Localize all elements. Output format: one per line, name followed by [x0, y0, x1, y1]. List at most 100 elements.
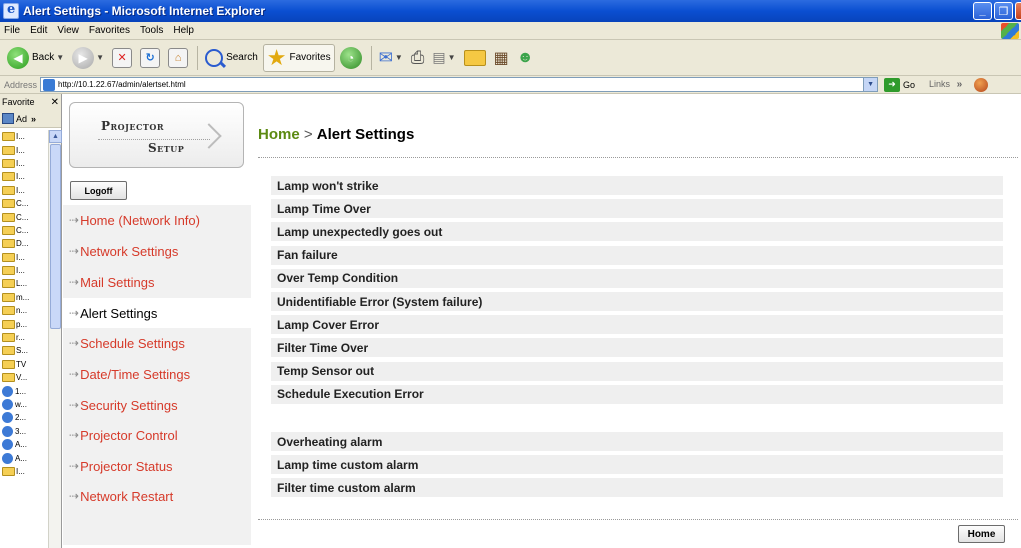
favorite-item[interactable]: C...: [0, 210, 48, 223]
favorite-item[interactable]: I...: [0, 264, 48, 277]
links-toolbar[interactable]: Links »: [929, 79, 962, 90]
add-favorite-button[interactable]: Ad »: [0, 110, 61, 128]
close-pane-button[interactable]: ✕: [51, 97, 59, 108]
alert-item[interactable]: Lamp unexpectedly goes out: [271, 222, 1003, 242]
scrollbar-thumb[interactable]: [50, 144, 61, 329]
favorite-item[interactable]: C...: [0, 197, 48, 210]
menu-view[interactable]: View: [57, 25, 79, 36]
research-button[interactable]: ▦: [491, 44, 512, 72]
home-toolbar-button[interactable]: ⌂: [165, 44, 191, 72]
menu-file[interactable]: File: [4, 25, 20, 36]
alert-item[interactable]: Unidentifiable Error (System failure): [271, 292, 1003, 311]
close-button[interactable]: [1015, 2, 1021, 20]
minimize-button[interactable]: _: [973, 2, 992, 20]
nav-item-security-settings[interactable]: ⇢ Security Settings: [63, 390, 251, 420]
mail-button[interactable]: ✉ ▼: [376, 44, 406, 72]
toolbar-extra-icon[interactable]: [974, 77, 989, 92]
messenger-button[interactable]: ☻: [514, 44, 537, 72]
favorites-scrollbar[interactable]: ▲: [48, 130, 62, 548]
favorite-item[interactable]: V...: [0, 371, 48, 384]
favorite-item[interactable]: C...: [0, 224, 48, 237]
breadcrumb-home-link[interactable]: Home: [258, 126, 300, 143]
favorite-item[interactable]: w...: [0, 398, 48, 411]
nav-item-projector-status[interactable]: ⇢ Projector Status: [63, 451, 251, 481]
add-favorite-label: Ad: [16, 113, 28, 124]
favorite-item-label: I...: [16, 172, 25, 182]
favorites-button[interactable]: ★ Favorites: [262, 43, 335, 72]
favorite-item[interactable]: r...: [0, 331, 48, 344]
bottom-divider: [258, 519, 1018, 520]
favorite-item[interactable]: 1...: [0, 384, 48, 397]
menu-edit[interactable]: Edit: [30, 25, 47, 36]
toolbar-separator: [370, 45, 372, 70]
logoff-button[interactable]: Logoff: [70, 181, 127, 200]
nav-item-projector-control[interactable]: ⇢ Projector Control: [63, 420, 251, 450]
history-button[interactable]: ◔: [337, 44, 365, 72]
alert-item[interactable]: Temp Sensor out: [271, 361, 1003, 381]
nav-item-network-settings[interactable]: ⇢ Network Settings: [63, 236, 251, 266]
window-titlebar: Alert Settings - Microsoft Internet Expl…: [0, 0, 1021, 22]
alert-item[interactable]: Filter time custom alarm: [271, 478, 1003, 498]
alert-item[interactable]: Lamp won't strike: [271, 176, 1003, 195]
menu-tools[interactable]: Tools: [140, 25, 163, 36]
menu-favorites[interactable]: Favorites: [89, 25, 130, 36]
favorite-item[interactable]: 2...: [0, 411, 48, 424]
forward-button[interactable]: ▶ ▼: [69, 44, 107, 72]
favorite-item-label: S...: [16, 346, 29, 356]
address-dropdown-icon[interactable]: ▼: [863, 78, 878, 91]
refresh-button[interactable]: ↻: [137, 44, 163, 72]
favorite-item[interactable]: I...: [0, 465, 48, 478]
stop-button[interactable]: ✕: [109, 44, 135, 72]
nav-item-date-time-settings[interactable]: ⇢ Date/Time Settings: [63, 359, 251, 389]
nav-item-home-network-info[interactable]: ⇢ Home (Network Info): [63, 205, 251, 235]
favorite-item[interactable]: 3...: [0, 425, 48, 438]
favorite-item[interactable]: A...: [0, 451, 48, 464]
projector-setup-logo: Projector Setup: [69, 102, 244, 168]
print-button[interactable]: ⎙: [408, 44, 428, 72]
search-button[interactable]: Search: [202, 44, 261, 72]
nav-item-mail-settings[interactable]: ⇢ Mail Settings: [63, 267, 251, 297]
favorite-item[interactable]: TV: [0, 358, 48, 371]
address-input[interactable]: http://10.1.22.67/admin/alertset.html ▼: [40, 77, 879, 92]
favorite-item[interactable]: I...: [0, 130, 48, 143]
chevron-down-icon: ▼: [394, 53, 403, 62]
favorite-item[interactable]: I...: [0, 157, 48, 170]
favorite-item[interactable]: I...: [0, 251, 48, 264]
favorite-item[interactable]: L...: [0, 277, 48, 290]
alert-item[interactable]: Fan failure: [271, 245, 1003, 265]
alert-item[interactable]: Lamp Time Over: [271, 199, 1003, 219]
nav-item-schedule-settings[interactable]: ⇢ Schedule Settings: [63, 328, 251, 358]
favorite-item[interactable]: A...: [0, 438, 48, 451]
edit-icon: ▤: [432, 49, 446, 65]
favorite-item[interactable]: S...: [0, 344, 48, 357]
back-button[interactable]: ◀ Back ▼: [4, 44, 67, 72]
favorite-item[interactable]: D...: [0, 237, 48, 250]
home-button[interactable]: Home: [958, 525, 1005, 543]
favorite-item[interactable]: I...: [0, 143, 48, 156]
favorite-item-label: 1...: [15, 386, 27, 396]
favorite-item[interactable]: n...: [0, 304, 48, 317]
edit-button[interactable]: ▤ ▼: [429, 44, 458, 72]
maximize-button[interactable]: ❐: [994, 2, 1013, 20]
nav-item-label: Schedule Settings: [80, 335, 185, 351]
favorite-item[interactable]: I...: [0, 184, 48, 197]
favorite-item[interactable]: I...: [0, 170, 48, 183]
favorite-item[interactable]: m...: [0, 291, 48, 304]
nav-item-label: Home (Network Info): [80, 212, 200, 228]
go-button[interactable]: ➜ Go: [884, 77, 915, 92]
favorite-item-label: I...: [16, 132, 25, 142]
alert-item[interactable]: Lamp Cover Error: [271, 315, 1003, 335]
nav-item-alert-settings[interactable]: ⇢ Alert Settings: [63, 298, 251, 328]
alert-item[interactable]: Lamp time custom alarm: [271, 455, 1003, 475]
window-title: Alert Settings - Microsoft Internet Expl…: [23, 4, 266, 18]
menu-help[interactable]: Help: [173, 25, 194, 36]
alert-item[interactable]: Over Temp Condition: [271, 268, 1003, 288]
favorite-item[interactable]: p...: [0, 317, 48, 330]
scroll-up-icon[interactable]: ▲: [49, 130, 62, 143]
alert-item[interactable]: Overheating alarm: [271, 432, 1003, 451]
alert-item[interactable]: Schedule Execution Error: [271, 384, 1003, 404]
nav-item-network-restart[interactable]: ⇢ Network Restart: [63, 481, 251, 511]
favorites-pane: Favorite ✕ Ad » I... I... I... I... I... C...…: [0, 94, 62, 548]
folder-button[interactable]: [461, 44, 489, 72]
alert-item[interactable]: Filter Time Over: [271, 338, 1003, 358]
